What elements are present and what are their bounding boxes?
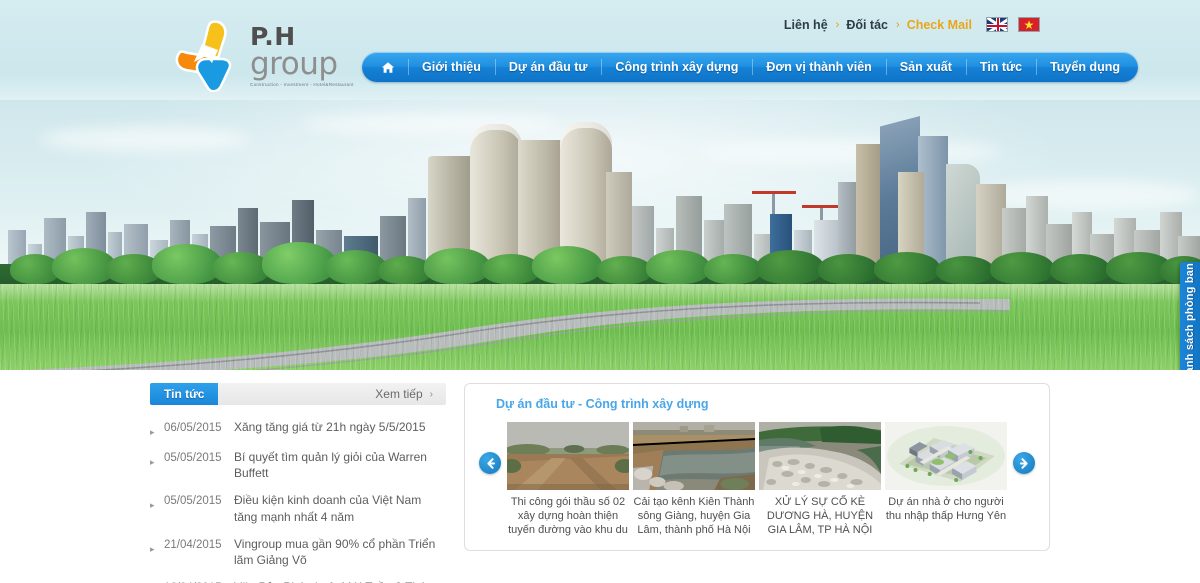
bullet-icon: ▸ bbox=[150, 543, 155, 554]
top-utility-bar: Liên hệ › Đối tác › Check Mail ★ bbox=[784, 17, 1040, 32]
news-date: 06/05/2015 bbox=[164, 422, 222, 434]
nav-item-news[interactable]: Tin tức bbox=[965, 52, 1036, 82]
news-list-item[interactable]: ▸ 21/04/2015 Vingroup mua gần 90% cổ phầ… bbox=[150, 531, 446, 574]
carousel-prev-button[interactable] bbox=[479, 452, 501, 474]
news-title[interactable]: Văn Bản Pháp Luật Mới Tuần 3 Tháng 4 Năm… bbox=[228, 579, 446, 583]
project-thumbnail-housing[interactable] bbox=[885, 422, 1007, 490]
logo-subname: group bbox=[250, 46, 338, 82]
news-title[interactable]: Bí quyết tìm quản lý giỏi của Warren Buf… bbox=[228, 449, 446, 481]
bullet-icon: ▸ bbox=[150, 427, 155, 437]
hero-banner: Danh sách phòng ban bbox=[0, 100, 1200, 370]
nav-item-investment-projects[interactable]: Dự án đầu tư bbox=[494, 52, 602, 82]
news-date: 16/04/2015 bbox=[164, 579, 228, 583]
news-more-link[interactable]: Xem tiếp › bbox=[375, 383, 446, 405]
news-list-item[interactable]: ▸ 05/05/2015 Điều kiện kinh doanh của Vi… bbox=[150, 487, 446, 530]
bullet-icon: ▸ bbox=[150, 457, 155, 467]
news-section: Tin tức Xem tiếp › ▸ 06/05/2015 Xăng tăn… bbox=[150, 383, 446, 583]
project-caption: XỬ LÝ SỰ CỐ KÈ DƯƠNG HÀ, HUYỆN GIA LÂM, … bbox=[766, 496, 874, 536]
news-list-item[interactable]: ▸ 16/04/2015 Văn Bản Pháp Luật Mới Tuần … bbox=[150, 574, 446, 583]
chevron-right-icon: › bbox=[429, 388, 433, 400]
news-list-item[interactable]: ▸ 06/05/2015 Xăng tăng giá từ 21h ngày 5… bbox=[150, 414, 446, 444]
project-caption: Dự án nhà ở cho người thu nhập thấp Hưng… bbox=[885, 496, 1007, 522]
site-logo[interactable]: P.H group Construction - Investment - Ho… bbox=[172, 18, 354, 92]
arrow-right-icon bbox=[1019, 457, 1028, 469]
project-thumbnail-riprap[interactable] bbox=[759, 422, 881, 490]
news-header: Tin tức Xem tiếp › bbox=[150, 383, 446, 405]
nav-item-about[interactable]: Giới thiệu bbox=[408, 52, 495, 82]
logo-tagline: Construction - Investment - Hotel&Restau… bbox=[250, 82, 354, 88]
projects-carousel: Thi công gói thầu số 02 xây dựng hoàn th… bbox=[479, 422, 1035, 542]
carousel-slides: Thi công gói thầu số 02 xây dựng hoàn th… bbox=[501, 422, 1013, 537]
bullet-icon: ▸ bbox=[150, 500, 155, 511]
nav-item-member-units[interactable]: Đơn vị thành viên bbox=[752, 52, 885, 82]
carousel-slide[interactable]: Cải tạo kênh Kiên Thành sông Giàng, huyệ… bbox=[633, 422, 755, 537]
nav-item-production[interactable]: Sản xuất bbox=[885, 52, 966, 82]
topbar-link-contact[interactable]: Liên hệ bbox=[784, 18, 828, 32]
project-caption: Cải tạo kênh Kiên Thành sông Giàng, huyệ… bbox=[633, 496, 755, 536]
main-content: Tin tức Xem tiếp › ▸ 06/05/2015 Xăng tăn… bbox=[0, 370, 1200, 583]
bullet-icon: ▸ bbox=[150, 579, 164, 583]
arrow-left-icon bbox=[486, 457, 495, 469]
topbar-separator-2: › bbox=[896, 18, 900, 31]
carousel-slide[interactable]: XỬ LÝ SỰ CỐ KÈ DƯƠNG HÀ, HUYỆN GIA LÂM, … bbox=[759, 422, 881, 537]
home-icon bbox=[381, 61, 395, 73]
topbar-separator-1: › bbox=[835, 18, 840, 31]
news-date: 05/05/2015 bbox=[164, 452, 222, 464]
projects-panel: Dự án đầu tư - Công trình xây dựng Thi c… bbox=[464, 383, 1050, 551]
news-more-label: Xem tiếp bbox=[375, 387, 423, 401]
carousel-next-button[interactable] bbox=[1013, 452, 1035, 474]
news-title[interactable]: Điều kiện kinh doanh của Việt Nam tăng m… bbox=[228, 492, 446, 524]
department-list-tab[interactable]: Danh sách phòng ban bbox=[1180, 262, 1200, 370]
logo-wordmark: P.H group Construction - Investment - Ho… bbox=[250, 18, 354, 88]
news-tab-label: Tin tức bbox=[164, 387, 205, 401]
flag-uk-icon[interactable] bbox=[986, 17, 1008, 32]
news-list: ▸ 06/05/2015 Xăng tăng giá từ 21h ngày 5… bbox=[150, 414, 446, 583]
ph-group-logo-icon bbox=[172, 18, 246, 92]
nav-item-recruitment[interactable]: Tuyển dụng bbox=[1036, 52, 1134, 82]
project-caption: Thi công gói thầu số 02 xây dựng hoàn th… bbox=[508, 496, 628, 536]
project-thumbnail-dirt-road[interactable] bbox=[507, 422, 629, 490]
nav-item-construction-works[interactable]: Công trình xây dựng bbox=[601, 52, 752, 82]
news-date: 21/04/2015 bbox=[164, 538, 222, 551]
grass-texture bbox=[0, 284, 1200, 370]
project-thumbnail-canal[interactable] bbox=[633, 422, 755, 490]
site-header: Liên hệ › Đối tác › Check Mail ★ P.H gro… bbox=[0, 0, 1200, 100]
department-list-tab-label: Danh sách phòng ban bbox=[1184, 262, 1196, 370]
projects-panel-title: Dự án đầu tư - Công trình xây dựng bbox=[496, 397, 709, 411]
news-list-item[interactable]: ▸ 05/05/2015 Bí quyết tìm quản lý giỏi c… bbox=[150, 444, 446, 487]
topbar-link-check-mail[interactable]: Check Mail bbox=[907, 18, 972, 32]
carousel-slide[interactable]: Thi công gói thầu số 02 xây dựng hoàn th… bbox=[507, 422, 629, 537]
news-title[interactable]: Vingroup mua gần 90% cổ phần Triển lãm G… bbox=[228, 536, 446, 568]
news-tab[interactable]: Tin tức bbox=[150, 383, 219, 405]
news-title[interactable]: Xăng tăng giá từ 21h ngày 5/5/2015 bbox=[228, 419, 426, 435]
carousel-slide[interactable]: Dự án nhà ở cho người thu nhập thấp Hưng… bbox=[885, 422, 1007, 537]
main-navigation: Giới thiệu Dự án đầu tư Công trình xây d… bbox=[362, 52, 1138, 82]
homepage: Liên hệ › Đối tác › Check Mail ★ P.H gro… bbox=[0, 0, 1200, 583]
news-date: 05/05/2015 bbox=[164, 495, 222, 508]
nav-item-home[interactable] bbox=[366, 52, 408, 82]
topbar-link-partners[interactable]: Đối tác bbox=[846, 18, 888, 32]
flag-vietnam-icon[interactable]: ★ bbox=[1018, 17, 1040, 32]
